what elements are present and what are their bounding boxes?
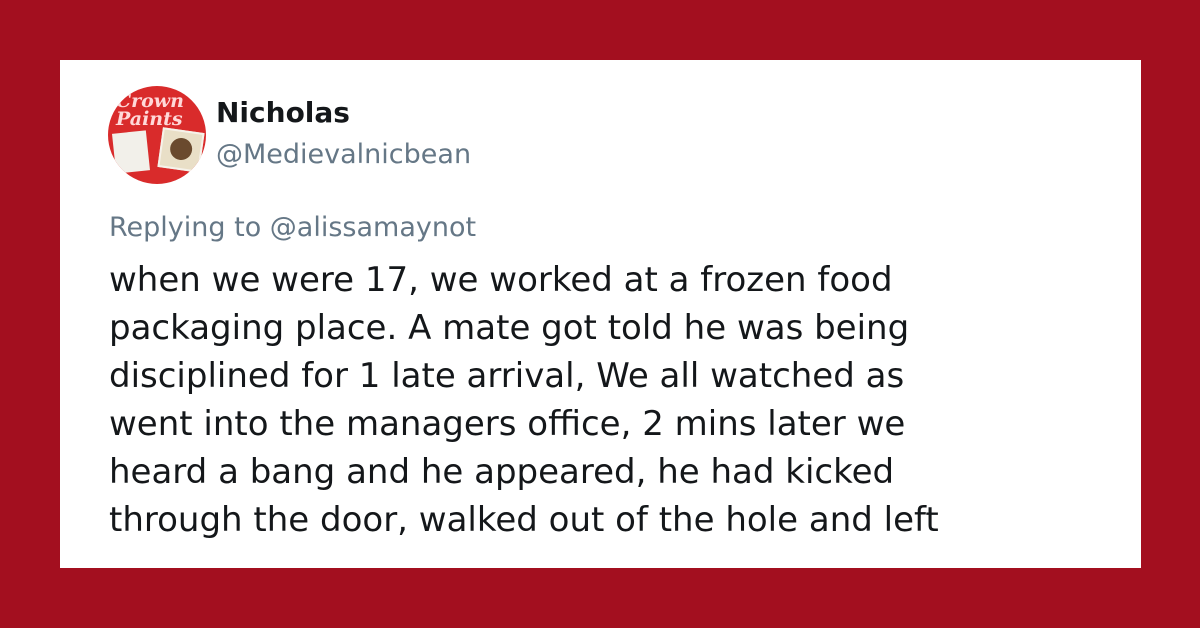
- avatar[interactable]: Crown Paints: [108, 86, 206, 184]
- avatar-logo: Crown Paints: [116, 90, 184, 130]
- tweet-body-line: packaging place. A mate got told he was …: [109, 308, 910, 348]
- tweet-body-line: when we were 17, we worked at a frozen f…: [109, 260, 893, 300]
- tweet-body-line: through the door, walked out of the hole…: [109, 500, 939, 540]
- tweet-body-line: went into the managers office, 2 mins la…: [109, 404, 906, 444]
- tweet-body-line: heard a bang and he appeared, he had kic…: [109, 452, 895, 492]
- reply-context: Replying to @alissamaynot: [109, 212, 477, 243]
- tweet-body: when we were 17, we worked at a frozen f…: [109, 256, 1119, 544]
- author-display-name[interactable]: Nicholas: [216, 96, 350, 129]
- tweet-body-line: disciplined for 1 late arrival, We all w…: [109, 356, 905, 396]
- author-handle[interactable]: @Medievalnicbean: [216, 139, 471, 170]
- avatar-portrait-graphic: [168, 136, 194, 162]
- avatar-photo-graphic: [157, 127, 205, 173]
- tweet-card: Crown Paints Nicholas @Medievalnicbean Re…: [60, 60, 1141, 568]
- avatar-paper-graphic: [112, 130, 150, 174]
